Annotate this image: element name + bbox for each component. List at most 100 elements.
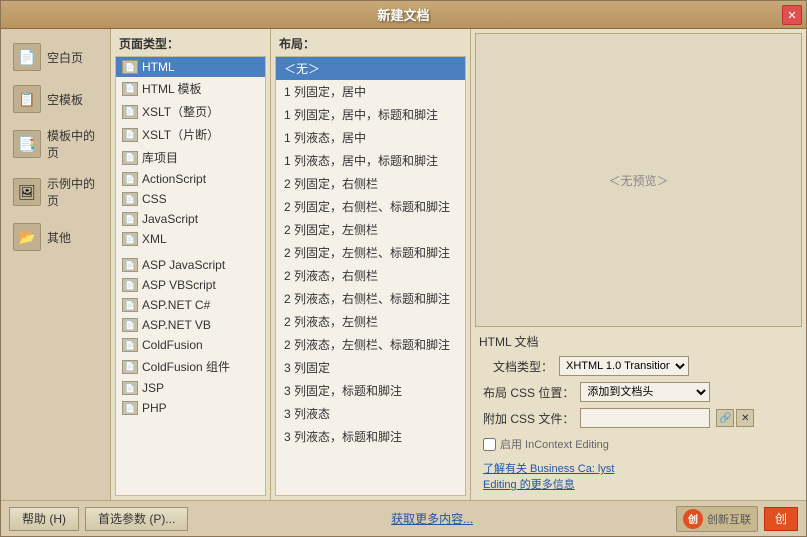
css-action-icons: 🔗 ✕ <box>716 409 754 427</box>
page-type-item[interactable]: 📄 HTML <box>116 57 265 77</box>
left-item-blank[interactable]: 📄 空白页 <box>5 37 106 77</box>
page-type-column: 页面类型： 📄HTML📄HTML 模板📄XSLT（整页）📄XSLT（片断）📄库项… <box>111 29 271 500</box>
page-type-list[interactable]: 📄HTML📄HTML 模板📄XSLT（整页）📄XSLT（片断）📄库项目📄Acti… <box>115 56 266 496</box>
layout-list-item[interactable]: 2 列固定，左侧栏、标题和脚注 <box>276 241 465 264</box>
page-type-item[interactable]: 📄JSP <box>116 378 265 398</box>
page-type-item[interactable]: 📄ActionScript <box>116 169 265 189</box>
page-type-item[interactable]: 📄ASP VBScript <box>116 275 265 295</box>
left-item-icon-other: 📂 <box>13 223 41 251</box>
layout-css-label: 布局 CSS 位置： <box>483 384 574 401</box>
left-item-icon-template-page: 📑 <box>13 130 41 158</box>
layout-list-item[interactable]: 1 列固定，居中 <box>276 80 465 103</box>
left-item-example-page[interactable]: 🖼 示例中的页 <box>5 169 106 215</box>
page-type-icon: 📄 <box>122 212 138 226</box>
layout-list[interactable]: ＜无＞1 列固定，居中1 列固定，居中，标题和脚注1 列液态，居中1 列液态，居… <box>275 56 466 496</box>
page-type-label: XSLT（整页） <box>142 103 219 120</box>
layout-list-item[interactable]: 2 列液态，右侧栏、标题和脚注 <box>276 287 465 310</box>
left-item-label-example-page: 示例中的页 <box>47 175 98 209</box>
page-type-label: 库项目 <box>142 149 178 166</box>
layout-list-item[interactable]: 1 列液态，居中，标题和脚注 <box>276 149 465 172</box>
page-type-icon: 📄 <box>122 172 138 186</box>
incontext-checkbox[interactable] <box>483 438 496 451</box>
layout-column: 布局： ＜无＞1 列固定，居中1 列固定，居中，标题和脚注1 列液态，居中1 列… <box>271 29 471 500</box>
layout-list-item[interactable]: 3 列固定 <box>276 356 465 379</box>
left-item-icon-blank-template: 📋 <box>13 85 41 113</box>
page-type-item[interactable]: 📄XSLT（片断） <box>116 123 265 146</box>
page-type-icon: 📄 <box>122 82 138 96</box>
help-button[interactable]: 帮助 (H) <box>9 507 79 531</box>
page-type-item[interactable]: 📄 HTML 模板 <box>116 77 265 100</box>
layout-list-item[interactable]: 3 列液态，标题和脚注 <box>276 425 465 448</box>
layout-list-item[interactable]: 1 列液态，居中 <box>276 126 465 149</box>
layout-header: 布局： <box>271 29 470 56</box>
page-type-item[interactable]: 📄JavaScript <box>116 209 265 229</box>
page-type-label: HTML 模板 <box>142 80 202 97</box>
page-type-label: XML <box>142 232 167 246</box>
main-area: 页面类型： 📄HTML📄HTML 模板📄XSLT（整页）📄XSLT（片断）📄库项… <box>111 29 806 500</box>
layout-list-item[interactable]: 2 列液态，左侧栏 <box>276 310 465 333</box>
doc-type-label: 文档类型： <box>483 358 553 375</box>
page-type-icon: 📄 <box>122 298 138 312</box>
page-type-icon: 📄 <box>122 105 138 119</box>
layout-list-item[interactable]: 2 列固定，左侧栏 <box>276 218 465 241</box>
page-type-label: ASP JavaScript <box>142 258 225 272</box>
page-type-item[interactable]: 📄ColdFusion 组件 <box>116 355 265 378</box>
left-item-label-blank-template: 空模板 <box>47 91 83 108</box>
preview-box: ＜无预览＞ <box>475 33 802 327</box>
watermark: 创 创新互联 <box>676 506 758 532</box>
page-type-icon: 📄 <box>122 338 138 352</box>
page-type-label: JSP <box>142 381 164 395</box>
page-type-label: ASP.NET C# <box>142 298 210 312</box>
incontext-row: 启用 InContext Editing <box>483 434 794 454</box>
prefs-button[interactable]: 首选参数 (P)... <box>85 507 188 531</box>
left-panel: 📄 空白页 📋 空模板 📑 模板中的页 🖼 示例中的页 📂 其他 <box>1 29 111 500</box>
css-link-icon[interactable]: 🔗 <box>716 409 734 427</box>
page-type-icon: 📄 <box>122 232 138 246</box>
attach-css-input[interactable] <box>580 408 710 428</box>
get-more-link[interactable]: 获取更多内容... <box>391 510 473 527</box>
left-item-label-template-page: 模板中的页 <box>47 127 98 161</box>
layout-css-select[interactable]: 添加到文档头 <box>580 382 710 402</box>
attach-css-row: 附加 CSS 文件： 🔗 ✕ <box>483 408 794 428</box>
css-delete-icon[interactable]: ✕ <box>736 409 754 427</box>
left-item-blank-template[interactable]: 📋 空模板 <box>5 79 106 119</box>
close-button[interactable]: ✕ <box>782 5 802 25</box>
page-type-label: CSS <box>142 192 167 206</box>
layout-list-item[interactable]: 2 列固定，右侧栏、标题和脚注 <box>276 195 465 218</box>
create-button[interactable]: 创 <box>764 507 798 531</box>
layout-list-item[interactable]: 2 列固定，右侧栏 <box>276 172 465 195</box>
page-type-label: HTML <box>142 60 175 74</box>
new-document-dialog: 新建文档 ✕ 📄 空白页 📋 空模板 📑 模板中的页 🖼 示例中的页 📂 其他 <box>0 0 807 537</box>
left-item-other[interactable]: 📂 其他 <box>5 217 106 257</box>
doc-type-row: 文档类型： XHTML 1.0 Transitional <box>483 356 794 376</box>
dialog-title: 新建文档 <box>377 5 429 24</box>
layout-list-item[interactable]: 3 列固定，标题和脚注 <box>276 379 465 402</box>
page-type-item[interactable]: 📄ColdFusion <box>116 335 265 355</box>
page-type-icon: 📄 <box>122 60 138 74</box>
page-type-item[interactable]: 📄 ASP JavaScript <box>116 255 265 275</box>
page-type-item[interactable]: 📄 XML <box>116 229 265 249</box>
page-type-item[interactable]: 📄 ASP.NET VB <box>116 315 265 335</box>
page-type-item[interactable]: 📄 ASP.NET C# <box>116 295 265 315</box>
bottom-bar: 帮助 (H) 首选参数 (P)... 获取更多内容... 创 创新互联 创 <box>1 500 806 536</box>
layout-list-item[interactable]: 1 列固定，居中，标题和脚注 <box>276 103 465 126</box>
title-bar: 新建文档 ✕ <box>1 1 806 29</box>
page-type-item[interactable]: 📄CSS <box>116 189 265 209</box>
layout-list-item[interactable]: 3 列液态 <box>276 402 465 425</box>
left-item-template-page[interactable]: 📑 模板中的页 <box>5 121 106 167</box>
columns-row: 页面类型： 📄HTML📄HTML 模板📄XSLT（整页）📄XSLT（片断）📄库项… <box>111 29 806 500</box>
layout-list-item[interactable]: ＜无＞ <box>276 57 465 80</box>
link-container: 了解有关 Business Ca: lystEditing 的更多信息 <box>483 460 794 492</box>
doc-type-select[interactable]: XHTML 1.0 Transitional <box>559 356 689 376</box>
page-type-icon: 📄 <box>122 258 138 272</box>
page-type-item[interactable]: 📄 XSLT（整页） <box>116 100 265 123</box>
page-type-label: ASP.NET VB <box>142 318 211 332</box>
page-type-icon: 📄 <box>122 401 138 415</box>
page-type-icon: 📄 <box>122 360 138 374</box>
business-catalyst-link[interactable]: 了解有关 Business Ca: lystEditing 的更多信息 <box>483 463 614 491</box>
layout-list-item[interactable]: 2 列液态，左侧栏、标题和脚注 <box>276 333 465 356</box>
page-type-item[interactable]: 📄库项目 <box>116 146 265 169</box>
page-type-icon: 📄 <box>122 318 138 332</box>
layout-list-item[interactable]: 2 列液态，右侧栏 <box>276 264 465 287</box>
page-type-item[interactable]: 📄PHP <box>116 398 265 418</box>
